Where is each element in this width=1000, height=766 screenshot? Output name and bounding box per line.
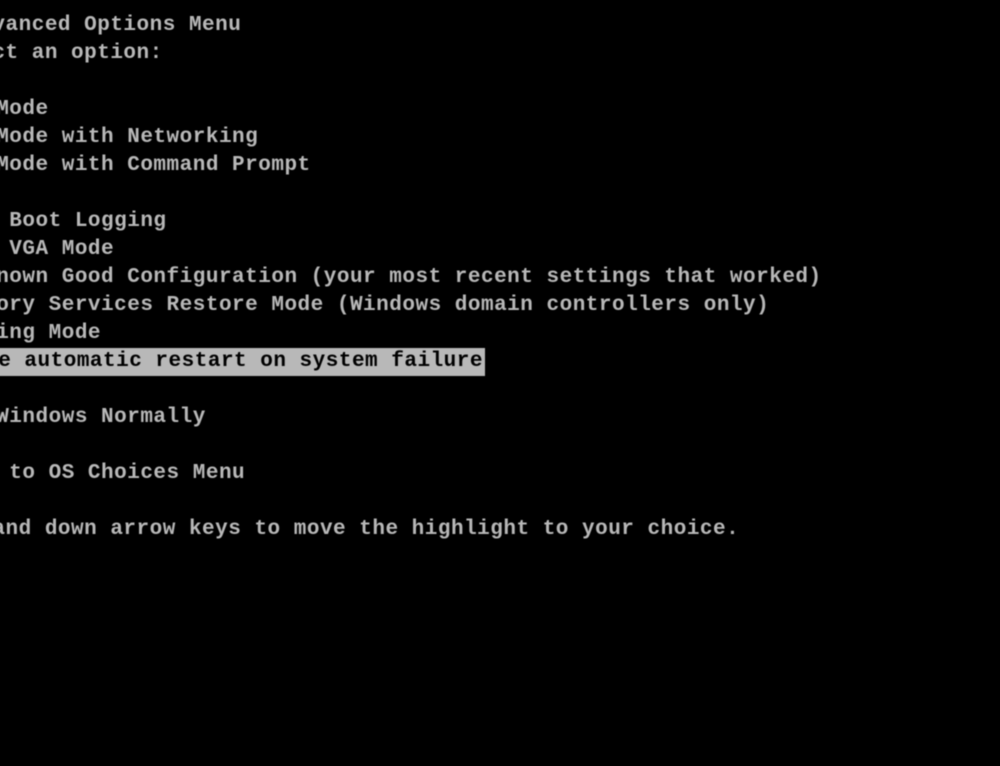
navigation-hint: up and down arrow keys to move the highl… — [0, 516, 1000, 544]
menu-title: s Advanced Options Menu — [0, 12, 1000, 40]
menu-option-return-os-choices[interactable]: rn to OS Choices Menu — [0, 460, 1000, 488]
menu-option-directory-services[interactable]: ctory Services Restore Mode (Windows dom… — [0, 292, 1000, 320]
menu-option-last-known-good[interactable]: Known Good Configuration (your most rece… — [0, 264, 1000, 292]
menu-option-safe-mode-command[interactable]: e Mode with Command Prompt — [0, 152, 1000, 180]
menu-option-boot-logging[interactable]: le Boot Logging — [0, 208, 1000, 236]
menu-option-debugging-mode[interactable]: gging Mode — [0, 320, 1000, 348]
menu-option-disable-auto-restart[interactable]: ble automatic restart on system failure — [0, 348, 1000, 376]
spacer — [0, 180, 1000, 208]
menu-option-vga-mode[interactable]: le VGA Mode — [0, 236, 1000, 264]
menu-instruction: select an option: — [0, 40, 1000, 68]
spacer — [0, 488, 1000, 516]
menu-option-start-normally[interactable]: t Windows Normally — [0, 404, 1000, 432]
spacer — [0, 376, 1000, 404]
menu-option-safe-mode-networking[interactable]: e Mode with Networking — [0, 124, 1000, 152]
highlighted-selection: ble automatic restart on system failure — [0, 348, 485, 376]
menu-option-reboot[interactable]: ot — [0, 432, 1000, 460]
menu-option-safe-mode[interactable]: e Mode — [0, 96, 1000, 124]
spacer — [0, 68, 1000, 96]
